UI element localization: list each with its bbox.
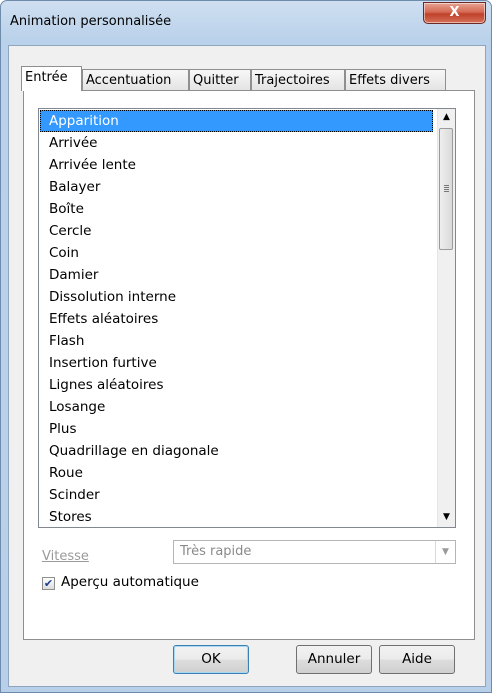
list-item[interactable]: Cercle bbox=[40, 220, 433, 242]
tab-trajectoires[interactable]: Trajectoires bbox=[251, 69, 345, 90]
scrollbar-thumb[interactable] bbox=[439, 128, 453, 250]
help-button[interactable]: Aide bbox=[379, 645, 455, 674]
list-item[interactable]: Arrivée lente bbox=[40, 154, 433, 176]
chevron-down-icon[interactable]: ▼ bbox=[435, 541, 455, 563]
list-item[interactable]: Boîte bbox=[40, 198, 433, 220]
list-item[interactable]: Roue bbox=[40, 462, 433, 484]
tab-accentuation[interactable]: Accentuation bbox=[82, 69, 189, 90]
list-item[interactable]: Lignes aléatoires bbox=[40, 374, 433, 396]
list-item[interactable]: Balayer bbox=[40, 176, 433, 198]
list-item[interactable]: Damier bbox=[40, 264, 433, 286]
dialog-window: Animation personnalisée X Entrée Accentu… bbox=[0, 0, 492, 693]
close-button[interactable]: X bbox=[423, 2, 486, 24]
tab-quitter[interactable]: Quitter bbox=[189, 69, 251, 90]
list-item[interactable]: Losange bbox=[40, 396, 433, 418]
window-title: Animation personnalisée bbox=[10, 14, 172, 29]
dialog-client-area: Entrée Accentuation Quitter Trajectoires… bbox=[8, 45, 486, 687]
list-item[interactable]: Quadrillage en diagonale bbox=[40, 440, 433, 462]
list-item[interactable]: Plus bbox=[40, 418, 433, 440]
list-item[interactable]: Effets aléatoires bbox=[40, 308, 433, 330]
list-item[interactable]: Apparition bbox=[40, 110, 433, 132]
arrow-down-icon[interactable]: ▼ bbox=[438, 509, 455, 526]
list-item[interactable]: Flash bbox=[40, 330, 433, 352]
list-scrollbar[interactable]: ▲ ▼ bbox=[437, 109, 455, 527]
close-icon: X bbox=[449, 5, 460, 20]
list-item[interactable]: Scinder bbox=[40, 484, 433, 506]
list-item[interactable]: Dissolution interne bbox=[40, 286, 433, 308]
effects-listbox[interactable]: Apparition Arrivée Arrivée lente Balayer… bbox=[38, 108, 456, 528]
list-item[interactable]: Arrivée bbox=[40, 132, 433, 154]
auto-preview-checkbox[interactable]: ✔ bbox=[42, 577, 55, 590]
tab-entree[interactable]: Entrée bbox=[21, 66, 82, 91]
cancel-button[interactable]: Annuler bbox=[296, 645, 372, 674]
auto-preview-label[interactable]: Aperçu automatique bbox=[61, 574, 199, 590]
tab-effets-divers[interactable]: Effets divers bbox=[345, 69, 446, 90]
ok-button[interactable]: OK bbox=[173, 645, 249, 674]
checkmark-icon: ✔ bbox=[43, 577, 54, 590]
arrow-up-icon[interactable]: ▲ bbox=[438, 109, 455, 126]
speed-label: Vitesse bbox=[42, 549, 89, 564]
list-item[interactable]: Stores bbox=[40, 506, 433, 527]
list-item[interactable]: Coin bbox=[40, 242, 433, 264]
speed-value: Très rapide bbox=[180, 544, 252, 559]
list-item[interactable]: Insertion furtive bbox=[40, 352, 433, 374]
speed-combobox[interactable]: Très rapide ▼ bbox=[173, 540, 456, 564]
